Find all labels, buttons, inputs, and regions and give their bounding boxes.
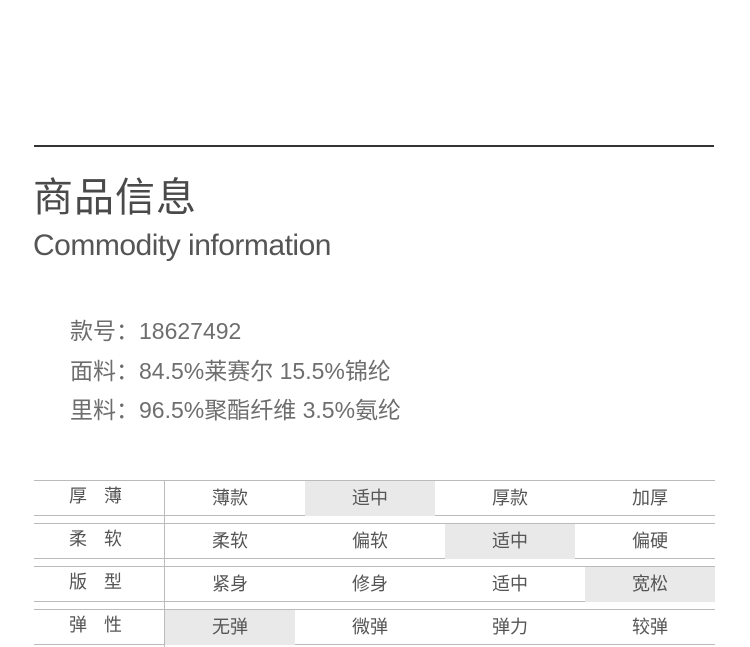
spec-value: 84.5%莱赛尔 15.5%锦纶 — [139, 358, 391, 384]
spec-label: 面料： — [70, 359, 139, 385]
spec-style-number: 款号：18627492 — [70, 316, 241, 347]
attribute-row-label: 弹性 — [69, 615, 139, 636]
attribute-row-label: 版型 — [69, 572, 139, 593]
spec-value: 18627492 — [139, 318, 242, 344]
spec-label: 里料： — [70, 398, 139, 424]
attribute-option: 偏硬 — [632, 531, 668, 552]
attribute-option: 柔软 — [212, 531, 248, 552]
attribute-option: 薄款 — [212, 488, 248, 509]
attribute-option: 较弹 — [632, 617, 668, 638]
spec-lining: 里料：96.5%聚酯纤维 3.5%氨纶 — [70, 395, 401, 426]
attribute-row-label: 厚薄 — [69, 486, 139, 507]
attribute-row-label: 柔软 — [69, 529, 139, 550]
attribute-option: 适中 — [492, 574, 528, 595]
attribute-option-selected: 适中 — [445, 524, 575, 559]
spec-label: 款号： — [70, 319, 139, 345]
attribute-option: 修身 — [352, 574, 388, 595]
spec-fabric: 面料：84.5%莱赛尔 15.5%锦纶 — [70, 356, 391, 387]
spec-value: 96.5%聚酯纤维 3.5%氨纶 — [139, 397, 402, 423]
section-title-cn: 商品信息 — [33, 175, 197, 221]
attribute-option-selected: 无弹 — [165, 610, 295, 645]
section-divider — [34, 145, 714, 147]
attribute-option-selected: 宽松 — [585, 567, 715, 602]
attribute-option: 微弹 — [352, 617, 388, 638]
attribute-option: 厚款 — [492, 488, 528, 509]
attribute-option-selected: 适中 — [305, 481, 435, 516]
attribute-option: 加厚 — [632, 488, 668, 509]
section-title-en: Commodity information — [33, 229, 331, 262]
attribute-option: 偏软 — [352, 531, 388, 552]
attribute-option: 弹力 — [492, 617, 528, 638]
attribute-option: 紧身 — [212, 574, 248, 595]
attribute-table: 厚薄 薄款 适中 厚款 加厚 柔软 柔软 偏软 适中 偏硬 版型 紧身 修身 适中 宽松 弹性 无弹 微弹 弹力 较弹 — [34, 480, 715, 647]
